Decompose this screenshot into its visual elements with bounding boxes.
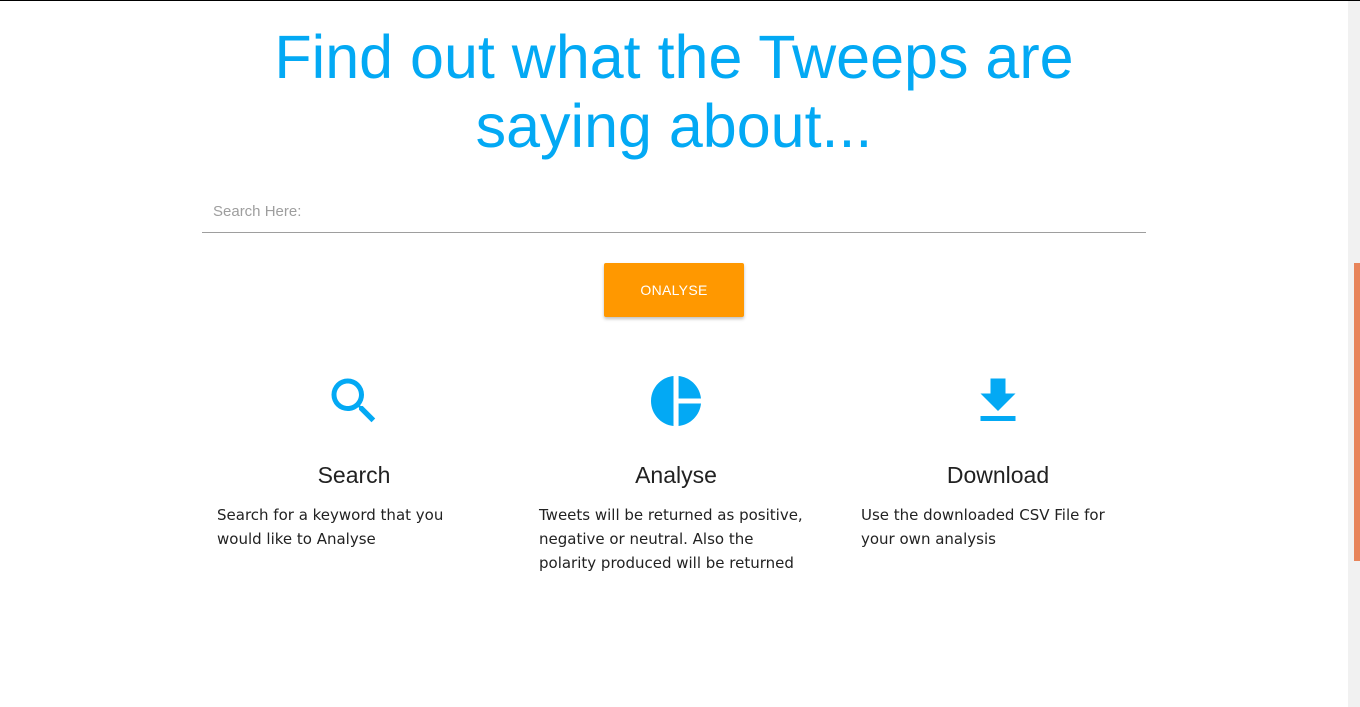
page-title: Find out what the Tweeps are saying abou… [274, 23, 1074, 160]
feature-description: Search for a keyword that you would like… [217, 506, 444, 548]
scrollbar-track[interactable] [1348, 1, 1360, 707]
search-field [202, 191, 1146, 233]
analyse-button[interactable]: ONALYSE [604, 263, 744, 317]
feature-analyse: Analyse Tweets will be returned as posit… [539, 371, 813, 575]
feature-description: Use the downloaded CSV File for your own… [861, 506, 1105, 548]
pie-chart-icon [651, 376, 701, 426]
feature-description: Tweets will be returned as positive, neg… [539, 506, 803, 572]
feature-heading: Analyse [635, 462, 717, 488]
feature-download: Download Use the downloaded CSV File for… [861, 371, 1135, 551]
feature-heading: Download [946, 462, 1050, 488]
page: Find out what the Tweeps are saying abou… [0, 0, 1360, 707]
download-icon [980, 378, 1016, 421]
search-icon [331, 378, 376, 423]
feature-search: Search Search for a keyword that you wou… [217, 371, 491, 551]
search-input[interactable] [202, 191, 1146, 231]
feature-heading: Search [317, 462, 391, 488]
scrollbar-thumb[interactable] [1354, 263, 1360, 561]
